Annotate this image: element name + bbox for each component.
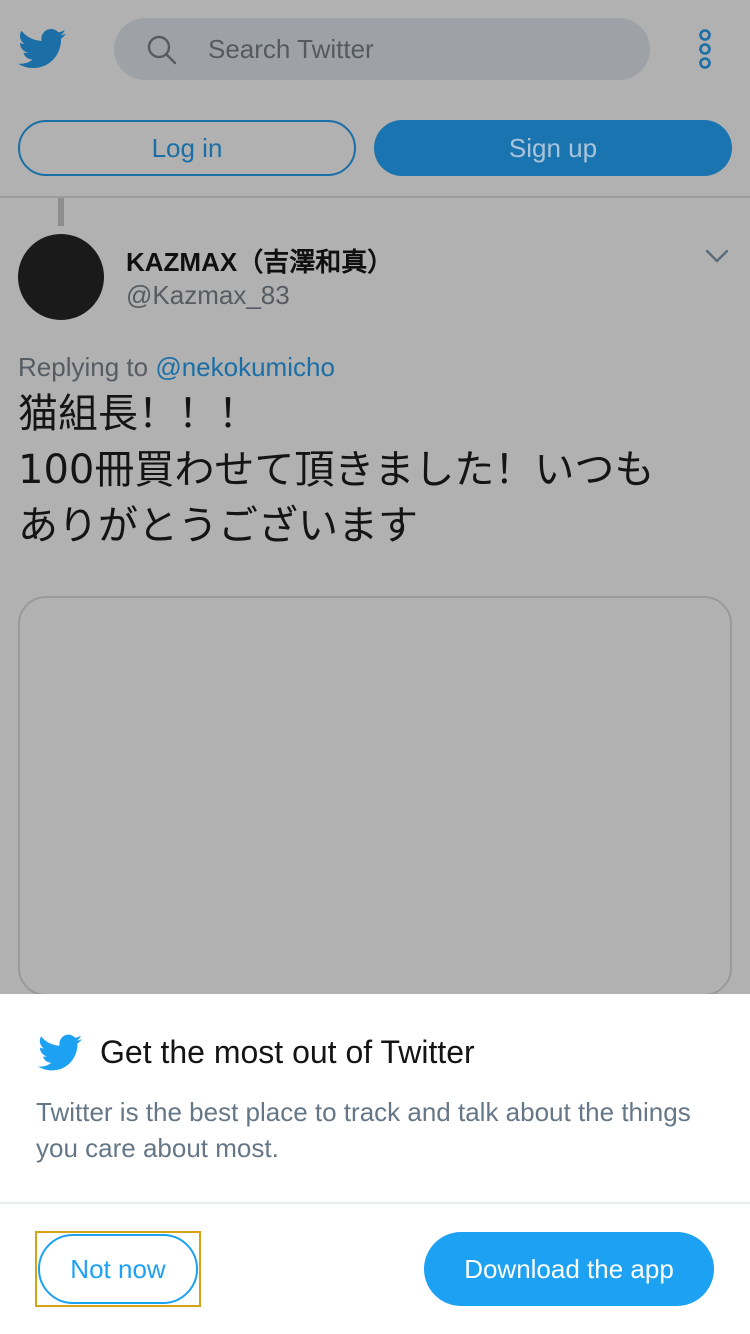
top-bar: Search Twitter Log in Sign up	[0, 0, 750, 198]
not-now-button[interactable]: Not now	[38, 1234, 198, 1304]
mention-link[interactable]: @nekokumicho	[155, 352, 335, 382]
download-app-button[interactable]: Download the app	[424, 1232, 714, 1306]
tweet-text: 猫組長！！！ 100冊買わせて頂きました！いつも ありがとうございます	[18, 386, 718, 554]
tweet-line: ありがとうございます	[18, 503, 418, 549]
login-button[interactable]: Log in	[18, 120, 356, 176]
search-placeholder: Search Twitter	[208, 34, 374, 64]
more-vertical-icon[interactable]	[694, 28, 716, 70]
sheet-title: Get the most out of Twitter	[100, 1034, 475, 1070]
page: Search Twitter Log in Sign up KAZMAX（吉澤和…	[0, 0, 750, 1334]
app-prompt-sheet: Get the most out of Twitter Twitter is t…	[0, 994, 750, 1334]
search-icon	[147, 35, 177, 65]
avatar[interactable]	[18, 234, 104, 320]
tweet-line: 猫組長！！！	[18, 391, 258, 437]
chevron-down-icon[interactable]	[704, 246, 730, 266]
author-name[interactable]: KAZMAX（吉澤和真）	[126, 242, 393, 279]
replying-prefix: Replying to	[18, 352, 149, 382]
replying-to: Replying to @nekokumicho	[18, 352, 335, 383]
tweet-line: 100冊買わせて頂きました！いつも	[18, 447, 655, 493]
twitter-bird-icon	[38, 1034, 82, 1071]
signup-button[interactable]: Sign up	[374, 120, 732, 176]
author-handle[interactable]: @Kazmax_83	[126, 280, 290, 311]
twitter-bird-icon[interactable]	[18, 28, 66, 70]
thread-connector	[58, 198, 64, 226]
tweet-media[interactable]	[18, 596, 732, 996]
divider	[0, 1202, 750, 1204]
sheet-description: Twitter is the best place to track and t…	[36, 1097, 691, 1163]
search-input[interactable]: Search Twitter	[114, 18, 650, 80]
